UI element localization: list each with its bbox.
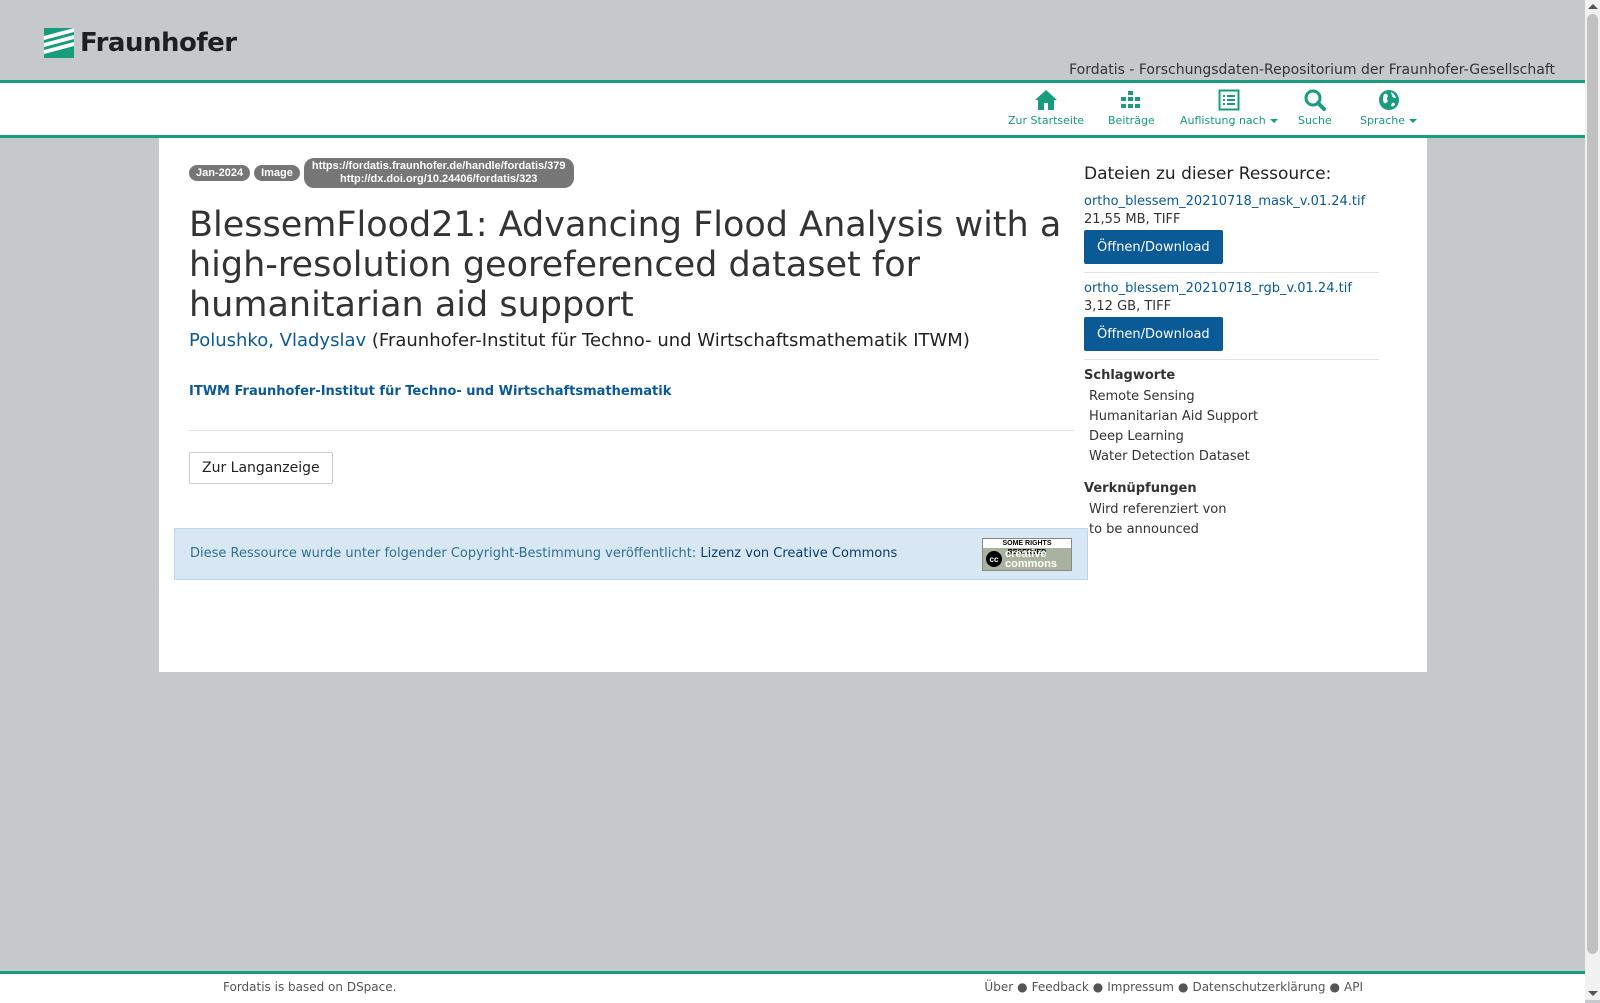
scroll-down-icon[interactable] — [1588, 991, 1598, 996]
nav-home[interactable]: Zur Startseite — [1008, 89, 1084, 127]
keyword-item: Water Detection Dataset — [1089, 449, 1250, 464]
globe-icon — [1378, 90, 1399, 110]
top-header: Fraunhofer Fordatis - Forschungsdaten-Re… — [0, 0, 1585, 80]
keyword-item: Humanitarian Aid Support — [1089, 409, 1259, 424]
identifier-badge: https://fordatis.fraunhofer.de/handle/fo… — [303, 158, 574, 188]
nav-contributions-label: Beiträge — [1108, 114, 1155, 127]
nav-language[interactable]: Sprache — [1360, 89, 1418, 127]
cc-logo-top: SOME RIGHTS RESERVED — [983, 539, 1071, 556]
cc-icon: cc — [986, 551, 1002, 567]
creative-commons-logo[interactable]: SOME RIGHTS RESERVED cc creative commons — [982, 538, 1072, 571]
nav-language-label: Sprache — [1360, 114, 1406, 127]
footer-link-privacy[interactable]: Datenschutzerklärung — [1192, 980, 1325, 994]
date-badge: Jan-2024 — [189, 165, 251, 181]
file-meta: 21,55 MB, TIFF — [1084, 212, 1181, 227]
file-meta: 3,12 GB, TIFF — [1084, 299, 1172, 314]
file-entry: ortho_blessem_20210718_rgb_v.01.24.tif 3… — [1084, 281, 1379, 360]
cc-wordmark: creative commons — [1005, 549, 1057, 570]
keywords-list: Remote Sensing Humanitarian Aid Support … — [1089, 387, 1379, 467]
divider — [189, 430, 1074, 431]
author-affiliation: (Fraunhofer-Institut für Techno- und Wir… — [371, 330, 970, 351]
footer-link-feedback[interactable]: Feedback — [1032, 980, 1089, 994]
link-item: to be announced — [1089, 522, 1199, 537]
footer-link-api[interactable]: API — [1344, 980, 1363, 994]
home-icon — [1035, 90, 1058, 110]
logo-text: Fraunhofer — [80, 28, 237, 58]
institute-link[interactable]: ITWM Fraunhofer-Institut für Techno- und… — [189, 384, 671, 399]
keyword-item: Deep Learning — [1089, 429, 1184, 444]
doi-link[interactable]: http://dx.doi.org/10.24406/fordatis/323 — [312, 173, 566, 186]
chevron-down-icon — [1269, 119, 1278, 123]
license-prefix: Diese Ressource wurde unter folgender Co… — [190, 546, 701, 561]
nav-search-label: Suche — [1298, 114, 1332, 127]
sidebar: Dateien zu dieser Ressource: ortho_bless… — [1084, 164, 1379, 554]
navbar: Zur Startseite Beiträge Auflistung nach … — [0, 80, 1585, 138]
long-view-button[interactable]: Zur Langanzeige — [189, 452, 333, 484]
keyword-item: Remote Sensing — [1089, 389, 1195, 404]
separator: ● — [1017, 980, 1028, 994]
search-icon — [1304, 89, 1326, 111]
link-item: Wird referenziert von — [1089, 502, 1227, 517]
keywords-title: Schlagworte — [1084, 368, 1176, 383]
footer-link-imprint[interactable]: Impressum — [1107, 980, 1174, 994]
cc-logo-bottom: cc creative commons — [983, 548, 1071, 570]
separator: ● — [1329, 980, 1341, 994]
nav-browse[interactable]: Auflistung nach — [1180, 89, 1278, 127]
download-button[interactable]: Öffnen/Download — [1084, 317, 1223, 351]
footer: Fordatis is based on DSpace. Über ● Feedba… — [0, 971, 1585, 1003]
footer-link-about[interactable]: Über — [984, 980, 1013, 994]
cc-word-commons: commons — [1005, 558, 1057, 570]
grid-icon — [1121, 91, 1141, 108]
type-badge: Image — [254, 165, 300, 181]
vertical-scrollbar[interactable] — [1585, 0, 1600, 1000]
list-icon — [1218, 89, 1240, 111]
nav-search[interactable]: Suche — [1298, 89, 1332, 127]
footer-credit: Fordatis is based on DSpace. — [223, 980, 396, 994]
license-notice: Diese Ressource wurde unter folgender Co… — [174, 528, 1088, 580]
links-list: Wird referenziert von to be announced — [1089, 500, 1379, 540]
fraunhofer-logo-icon — [44, 28, 74, 58]
links-title: Verknüpfungen — [1084, 481, 1197, 496]
handle-link[interactable]: https://fordatis.fraunhofer.de/handle/fo… — [312, 160, 566, 173]
chevron-down-icon — [1409, 119, 1418, 123]
file-link[interactable]: ortho_blessem_20210718_rgb_v.01.24.tif — [1084, 281, 1379, 296]
separator: ● — [1177, 980, 1189, 994]
footer-credit-prefix: Fordatis is based on — [223, 980, 347, 994]
badge-row: Jan-2024 Image https://fordatis.fraunhof… — [189, 158, 574, 188]
scroll-up-icon[interactable] — [1588, 4, 1598, 9]
file-entry: ortho_blessem_20210718_mask_v.01.24.tif … — [1084, 194, 1379, 273]
author-line: Polushko, Vladyslav (Fraunhofer-Institut… — [189, 330, 970, 351]
author-link[interactable]: Polushko, Vladyslav — [189, 330, 366, 351]
item-title: BlessemFlood21: Advancing Flood Analysis… — [189, 205, 1062, 325]
footer-credit-suffix: . — [392, 980, 397, 994]
footer-links: Über ● Feedback ● Impressum ● Datenschutzerklä… — [984, 980, 1363, 994]
files-heading: Dateien zu dieser Ressource: — [1084, 164, 1332, 184]
file-link[interactable]: ortho_blessem_20210718_mask_v.01.24.tif — [1084, 194, 1379, 209]
download-button[interactable]: Öffnen/Download — [1084, 230, 1223, 264]
scrollbar-thumb[interactable] — [1587, 14, 1598, 954]
repository-title: Fordatis - Forschungsdaten-Repositorium … — [1069, 62, 1555, 78]
dspace-link[interactable]: DSpace — [347, 980, 393, 994]
nav-home-label: Zur Startseite — [1008, 114, 1085, 127]
license-link[interactable]: Lizenz von Creative Commons — [700, 546, 897, 561]
license-text: Diese Ressource wurde unter folgender Co… — [190, 546, 897, 561]
nav-contributions[interactable]: Beiträge — [1108, 89, 1155, 127]
fraunhofer-logo[interactable]: Fraunhofer — [44, 28, 237, 58]
separator: ● — [1092, 980, 1104, 994]
nav-browse-label: Auflistung nach — [1180, 114, 1266, 127]
main-content: Jan-2024 Image https://fordatis.fraunhof… — [159, 138, 1427, 672]
